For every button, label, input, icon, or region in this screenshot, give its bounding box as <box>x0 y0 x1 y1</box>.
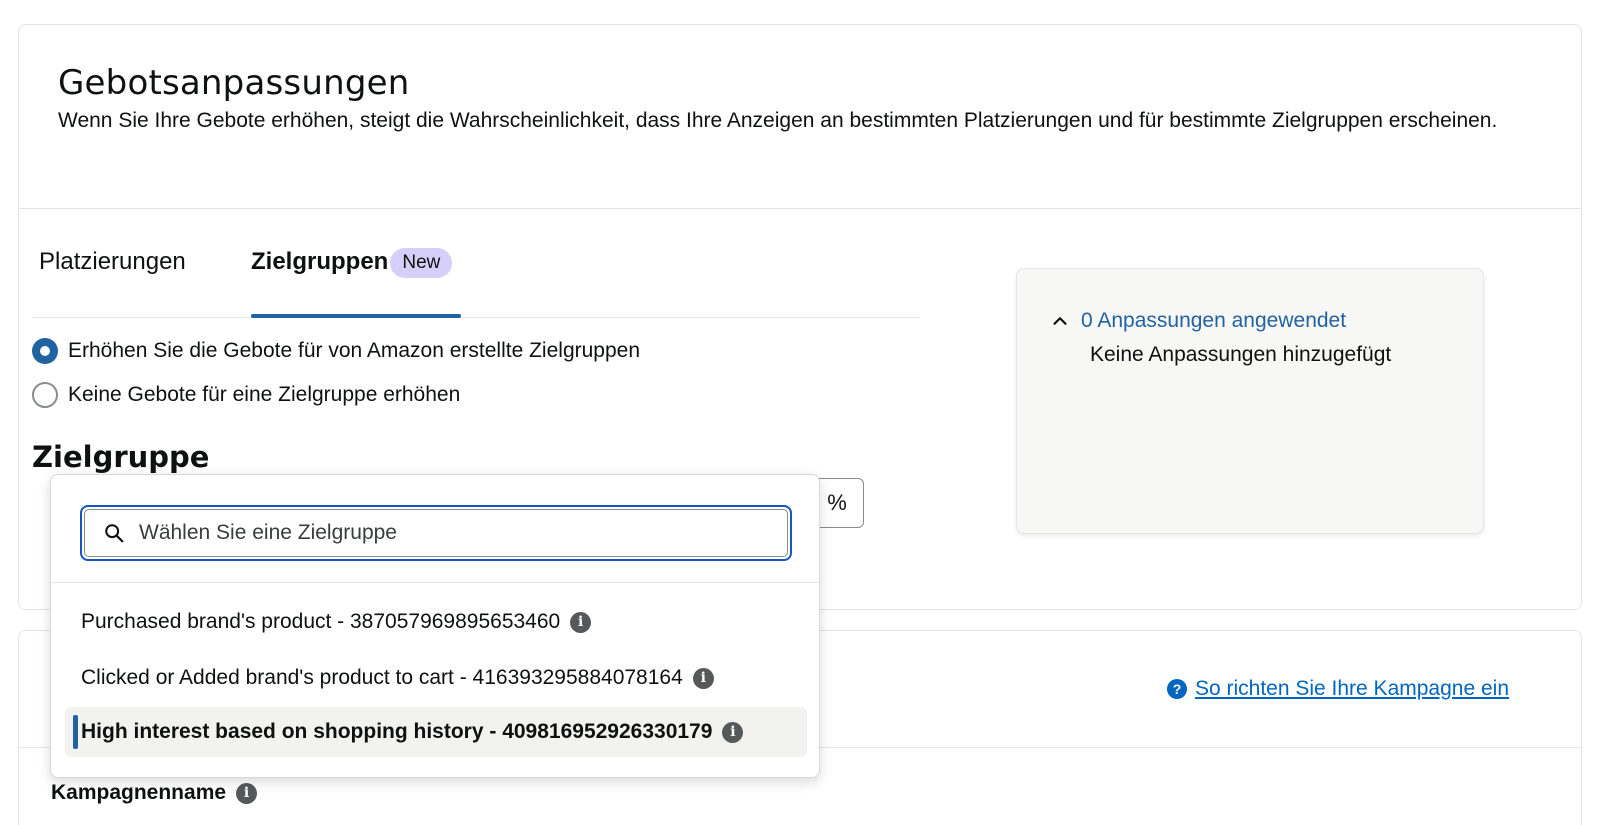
audience-search-focus-ring <box>80 505 792 561</box>
new-badge: New <box>390 247 453 278</box>
help-icon: ? <box>1166 679 1187 699</box>
radio-button-checked[interactable] <box>32 338 58 364</box>
info-icon[interactable]: i <box>570 611 592 633</box>
radio-increase-bids[interactable]: Erhöhen Sie die Gebote für von Amazon er… <box>32 338 640 364</box>
radio-no-bids[interactable]: Keine Gebote für eine Zielgruppe erhöhen <box>32 382 460 408</box>
page-title: Gebotsanpassungen <box>58 63 410 103</box>
percent-suffix: % <box>827 490 847 515</box>
audience-option-highlighted[interactable]: High interest based on shopping history … <box>65 707 807 757</box>
no-adjustments-text: Keine Anpassungen hinzugefügt <box>1090 343 1392 366</box>
campaign-name-label-text: Kampagnenname <box>51 781 227 804</box>
adjustments-toggle[interactable]: 0 Anpassungen angewendet <box>1049 309 1346 333</box>
audience-search-input[interactable] <box>139 521 739 545</box>
adjustments-summary-panel: 0 Anpassungen angewendet Keine Anpassung… <box>1016 268 1484 534</box>
info-icon[interactable]: i <box>722 721 744 743</box>
info-icon[interactable]: i <box>692 667 714 689</box>
audience-dropdown: Purchased brand's product - 387057969895… <box>50 474 820 778</box>
audience-option[interactable]: Clicked or Added brand's product to cart… <box>65 653 807 703</box>
info-icon[interactable]: i <box>236 782 258 804</box>
chevron-up-icon <box>1053 317 1067 325</box>
adjustments-count-link: 0 Anpassungen angewendet <box>1081 309 1347 332</box>
tab-placements[interactable]: Platzierungen <box>39 242 186 290</box>
radio-increase-bids-label: Erhöhen Sie die Gebote für von Amazon er… <box>68 339 641 362</box>
tab-bar: Platzierungen Zielgruppen New <box>32 230 920 318</box>
tab-audiences-label: Zielgruppen <box>251 248 389 275</box>
audience-option-label: High interest based on shopping history … <box>81 720 713 743</box>
tab-placements-label: Platzierungen <box>39 248 186 275</box>
audience-search-box[interactable] <box>84 509 788 557</box>
dropdown-divider <box>51 582 819 583</box>
active-tab-indicator <box>251 314 461 318</box>
help-link-label: So richten Sie Ihre Kampagne ein <box>1194 677 1509 700</box>
campaign-setup-help-link[interactable]: ? So richten Sie Ihre Kampagne ein <box>1166 677 1509 701</box>
audience-option[interactable]: Purchased brand's product - 387057969895… <box>65 597 807 647</box>
search-icon <box>105 524 124 543</box>
page-description: Wenn Sie Ihre Gebote erhöhen, steigt die… <box>58 109 1498 132</box>
radio-button-unchecked[interactable] <box>32 382 58 408</box>
card-header: Gebotsanpassungen Wenn Sie Ihre Gebote e… <box>19 25 1581 209</box>
audience-option-label: Purchased brand's product - 387057969895… <box>81 610 561 633</box>
tab-audiences[interactable]: Zielgruppen New <box>251 242 453 290</box>
radio-no-bids-label: Keine Gebote für eine Zielgruppe erhöhen <box>68 383 461 406</box>
audience-option-label: Clicked or Added brand's product to cart… <box>81 666 683 689</box>
campaign-name-label: Kampagnenname i <box>51 781 258 805</box>
audience-section-title: Zielgruppe <box>32 440 210 474</box>
